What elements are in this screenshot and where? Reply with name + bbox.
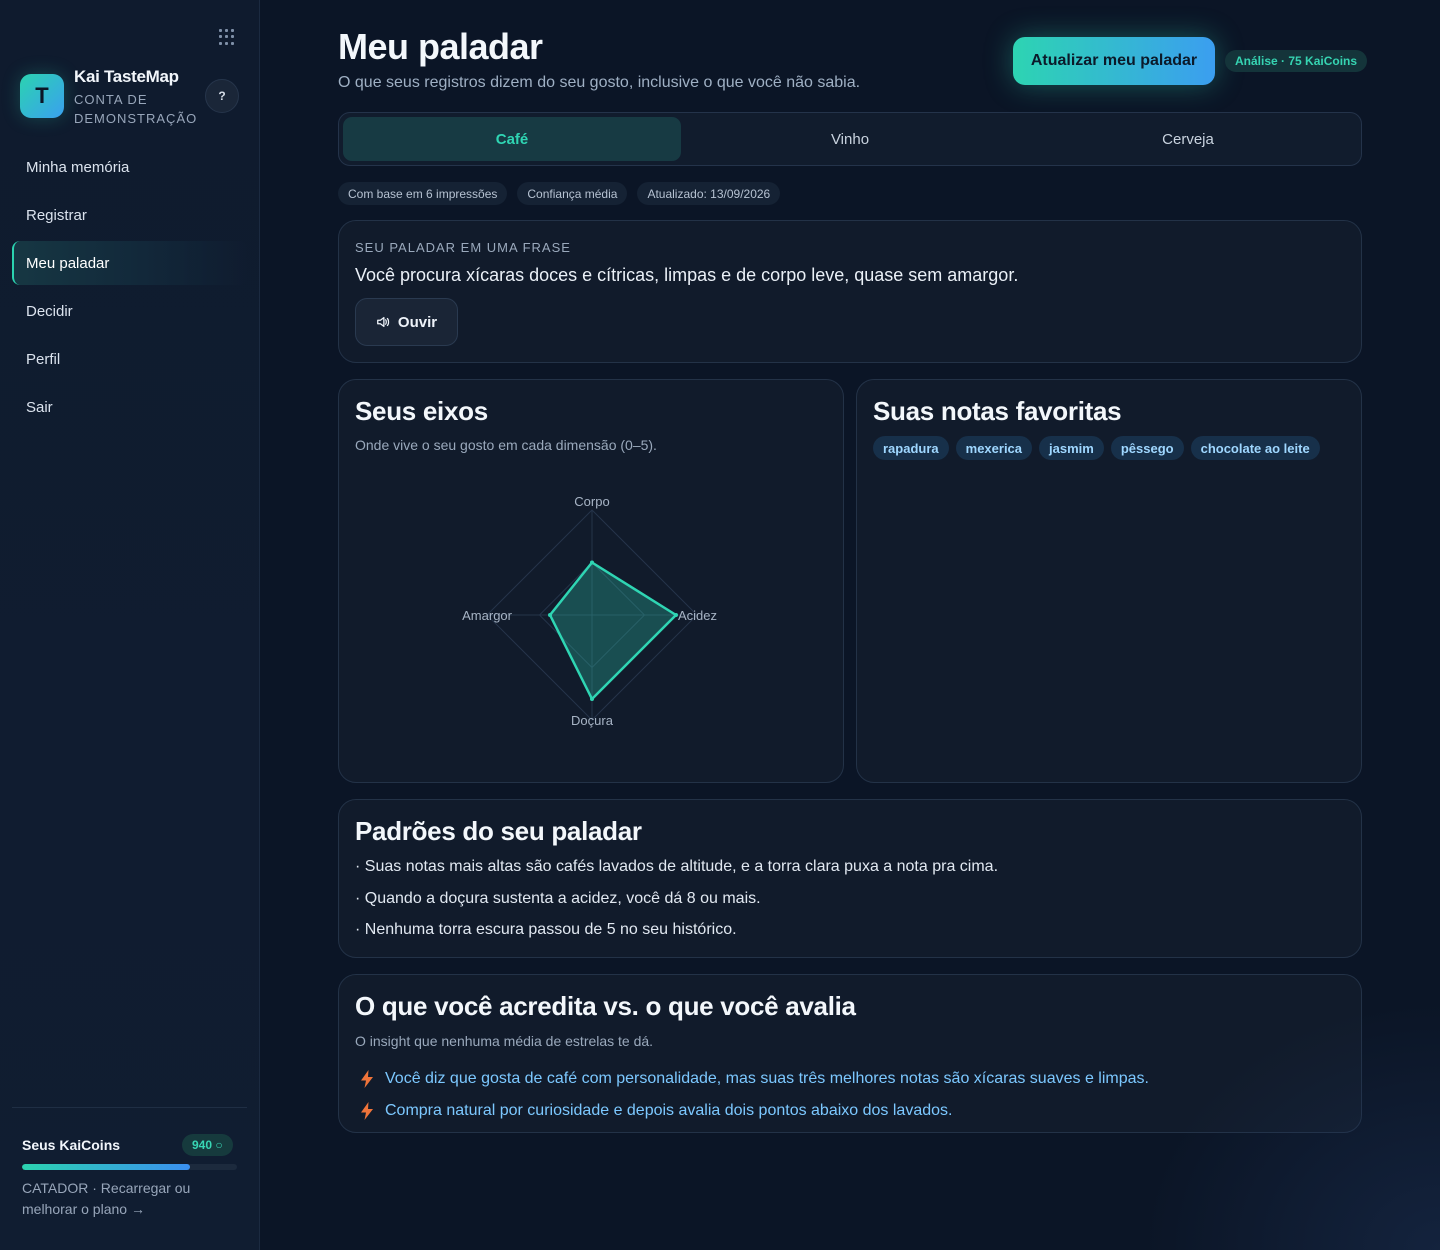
kaicoins-balance-badge: 940 ○ [182,1134,233,1156]
radar-axis-label-corpo: Corpo [574,494,609,509]
favorite-notes-card: Suas notas favoritas rapadura mexerica j… [856,379,1362,783]
sidebar-nav: Minha memória Registrar Meu paladar Deci… [12,145,248,433]
page-title: Meu paladar [338,26,543,67]
radar-point-corpo [590,560,594,565]
notes-list: rapadura mexerica jasmim pêssego chocola… [873,436,1320,460]
analysis-cost-badge: Análise · 75 KaiCoins [1225,50,1368,72]
sidebar-item-registrar[interactable]: Registrar [12,193,248,237]
listen-button[interactable]: Ouvir [355,298,458,346]
sidebar-item-perfil[interactable]: Perfil [12,337,248,381]
bolt-icon [361,1070,373,1088]
tab-cerveja[interactable]: Cerveja [1019,117,1357,161]
belief-title: O que você acredita vs. o que você avali… [355,991,856,1021]
note-chip: pêssego [1110,436,1184,460]
taste-phrase-card: SEU PALADAR EM UMA FRASE Você procura xí… [338,220,1362,363]
meta-chips: Com base em 6 impressões Confiança média… [338,182,781,205]
belief-list: Você diz que gosta de café com personali… [355,1063,1149,1127]
pattern-item: · Suas notas mais altas são cafés lavado… [355,858,999,875]
belief-item: Compra natural por curiosidade e depois … [355,1095,1149,1127]
patterns-list: · Suas notas mais altas são cafés lavado… [355,858,998,953]
account-type-label: CONTA DE DEMONSTRAÇÃO [74,92,198,126]
sidebar-item-minha-memoria[interactable]: Minha memória [12,145,248,189]
pattern-item: · Quando a doçura sustenta a acidez, voc… [355,889,761,907]
belief-item-text: Compra natural por curiosidade e depois … [385,1102,953,1119]
kaicoins-progress-fill [22,1164,190,1170]
confidence-chip: Confiança média [517,182,628,205]
note-chip: mexerica [955,436,1033,460]
belief-item-text: Você diz que gosta de café com personali… [385,1070,1149,1087]
kaicoins-progress-bar [22,1164,237,1170]
beverage-tabs: Café Vinho Cerveja [338,112,1362,166]
pattern-item: · Nenhuma torra escura passou de 5 no se… [355,921,737,938]
kaicoins-title: Seus KaiCoins [22,1137,121,1153]
updated-chip: Atualizado: 13/09/2026 [637,182,781,205]
axes-card: Seus eixos Onde vive o seu gosto em cada… [338,379,844,783]
phrase-label: SEU PALADAR EM UMA FRASE [355,240,571,255]
impressions-chip: Com base em 6 impressões [338,182,508,205]
brand-logo: T [20,74,64,118]
radar-point-acidez [674,613,678,617]
help-button[interactable]: ? [205,79,239,113]
update-taste-button[interactable]: Atualizar meu paladar [1013,37,1215,85]
radar-axis-label-acidez: Acidez [678,608,717,623]
radar-series-polygon [548,561,678,701]
radar-axis-label-amargor: Amargor [462,608,513,623]
belief-subtitle: O insight que nenhuma média de estrelas … [355,1033,654,1049]
tab-vinho[interactable]: Vinho [681,117,1019,161]
belief-item: Você diz que gosta de café com personali… [355,1063,1149,1095]
bolt-icon [361,1102,373,1120]
sidebar-item-sair[interactable]: Sair [12,385,248,429]
radar-chart: Corpo Acidez Doçura Amargor [462,494,717,728]
kaicoins-plan-link[interactable]: CATADOR · Recarregar ou melhorar o plano… [22,1178,222,1220]
note-chip: jasmim [1039,436,1104,460]
tab-cafe[interactable]: Café [343,117,681,161]
note-chip: chocolate ao leite [1190,436,1320,460]
sidebar-divider [12,1107,247,1108]
radar-point-doçura [590,697,594,701]
sidebar: T Kai TasteMap CONTA DE DEMONSTRAÇÃO ? M… [0,0,260,1250]
brand-name: Kai TasteMap [74,67,179,86]
radar-axis-label-docura: Doçura [571,713,614,728]
phrase-text: Você procura xícaras doces e cítricas, l… [355,265,1019,285]
apps-grid-icon[interactable] [219,29,235,45]
belief-vs-rating-card: O que você acredita vs. o que você avali… [338,974,1362,1133]
page-subtitle: O que seus registros dizem do seu gosto,… [338,74,861,91]
radar-point-amargor [548,613,552,617]
patterns-card: Padrões do seu paladar · Suas notas mais… [338,799,1362,958]
listen-button-label: Ouvir [397,313,438,331]
note-chip: rapadura [873,436,949,460]
speaker-icon [377,316,390,328]
sidebar-item-meu-paladar[interactable]: Meu paladar [12,241,248,285]
patterns-title: Padrões do seu paladar [355,816,642,846]
notes-title: Suas notas favoritas [873,396,1122,426]
sidebar-item-decidir[interactable]: Decidir [12,289,248,333]
